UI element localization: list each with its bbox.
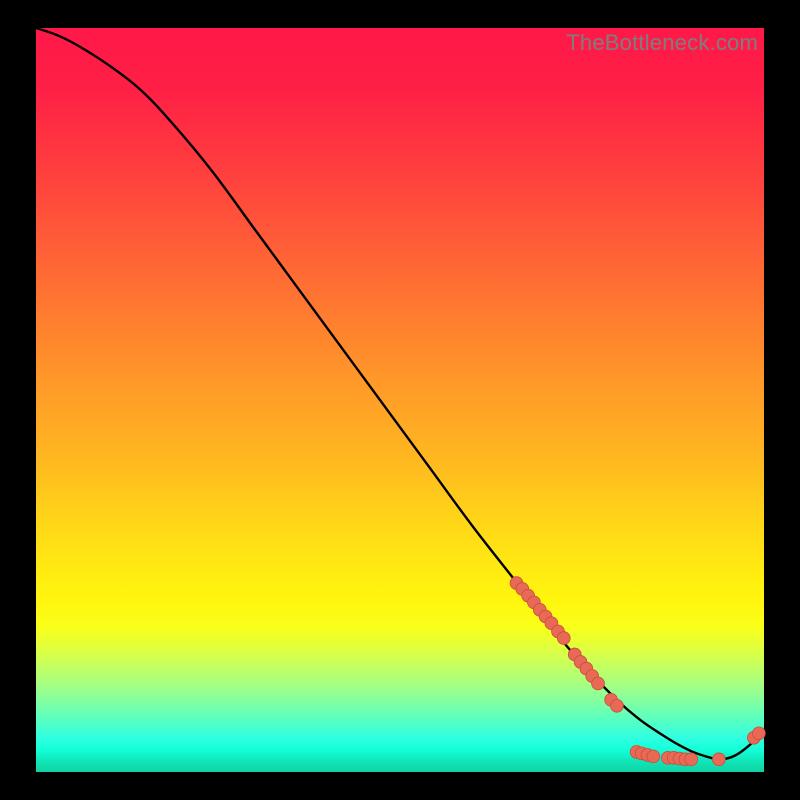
chart-frame: TheBottleneck.com [36, 28, 764, 772]
curve-marker [685, 753, 698, 766]
bottleneck-curve [36, 28, 764, 759]
curve-marker [611, 699, 624, 712]
plot-area: TheBottleneck.com [36, 28, 764, 772]
curve-marker [592, 677, 605, 690]
curve-marker [557, 632, 570, 645]
curve-marker [647, 750, 660, 763]
curve-markers [510, 577, 765, 766]
curve-marker [753, 727, 766, 740]
curve-layer [36, 28, 764, 772]
watermark-text: TheBottleneck.com [566, 30, 758, 56]
curve-marker [712, 753, 725, 766]
chart-stage: TheBottleneck.com [0, 0, 800, 800]
